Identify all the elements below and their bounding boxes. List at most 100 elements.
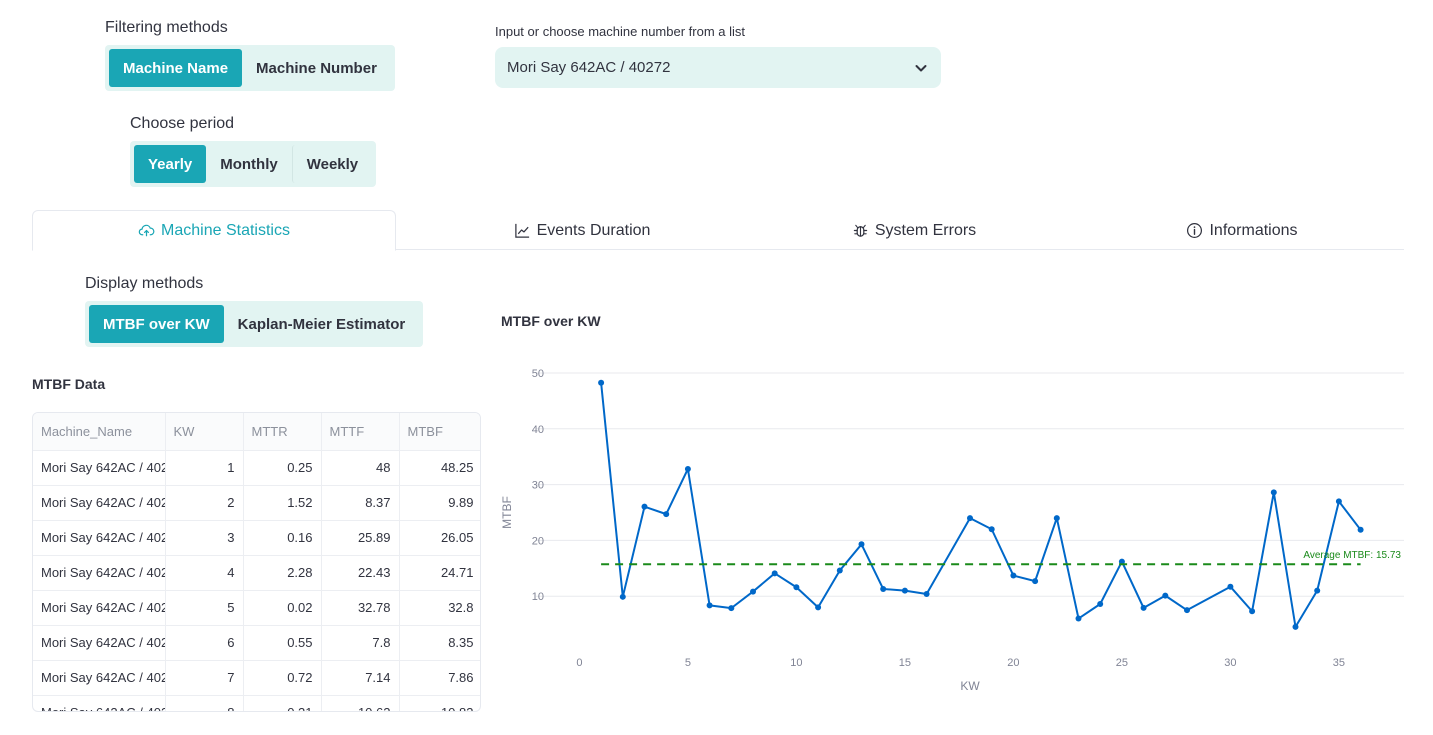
x-tick-label: 30 <box>1224 657 1236 669</box>
table-cell: 6 <box>165 625 244 661</box>
table-cell: Mori Say 642AC / 40272 <box>33 520 166 556</box>
display-option-mtbf-over-kw[interactable]: MTBF over KW <box>89 305 224 343</box>
data-point <box>901 587 908 594</box>
data-point <box>771 570 778 577</box>
table-cell: 0.55 <box>243 625 322 661</box>
filtering-methods-label: Filtering methods <box>105 19 228 36</box>
data-point <box>1357 526 1364 533</box>
y-tick-label: 30 <box>532 480 544 492</box>
data-point <box>880 585 887 592</box>
table-cell: 7.86 <box>399 660 480 696</box>
table-cell: Mori Say 642AC / 40272 <box>33 555 166 591</box>
y-tick-label: 20 <box>532 535 544 547</box>
table-cell: 10.62 <box>321 695 400 711</box>
chevron-down-icon <box>915 64 927 71</box>
data-point <box>1075 615 1082 622</box>
period-option-yearly[interactable]: Yearly <box>134 145 207 183</box>
data-point <box>1292 623 1299 630</box>
table-row[interactable]: Mori Say 642AC / 4027210.254848.25 <box>33 450 480 486</box>
mtbf-data-table[interactable]: Machine_Name KW MTTR MTTF MTBF Mori Say … <box>32 412 481 712</box>
tab-label: Informations <box>1209 221 1298 239</box>
period-toggle: Yearly Monthly Weekly <box>130 141 377 187</box>
column-header[interactable]: KW <box>165 413 244 451</box>
data-point <box>1140 604 1147 611</box>
table-row[interactable]: Mori Say 642AC / 4027230.1625.8926.05 <box>33 520 480 556</box>
filtering-methods-toggle: Machine Name Machine Number <box>105 45 395 91</box>
machine-select[interactable]: Mori Say 642AC / 40272 <box>495 47 941 88</box>
table-cell: 10.83 <box>399 695 480 711</box>
mtbf-series-line <box>600 382 1362 628</box>
info-icon <box>1187 222 1203 239</box>
column-header[interactable]: MTTR <box>243 413 322 451</box>
x-tick-label: 10 <box>790 657 802 669</box>
table-row[interactable]: Mori Say 642AC / 4027260.557.88.35 <box>33 625 480 661</box>
table-row[interactable]: Mori Say 642AC / 4027270.727.147.86 <box>33 660 480 696</box>
machine-select-label: Input or choose machine number from a li… <box>495 24 746 39</box>
data-point <box>967 515 973 522</box>
table-cell: 8.37 <box>321 485 400 521</box>
column-header[interactable]: MTTF <box>321 413 400 451</box>
column-header[interactable]: MTBF <box>399 413 480 451</box>
table-row[interactable]: Mori Say 642AC / 4027250.0232.7832.8 <box>33 590 480 626</box>
table-header-row: Machine_Name KW MTTR MTTF MTBF <box>33 413 480 451</box>
filter-option-machine-name[interactable]: Machine Name <box>109 49 243 87</box>
period-option-weekly[interactable]: Weekly <box>291 145 372 183</box>
period-option-monthly[interactable]: Monthly <box>206 145 292 183</box>
chart-title: MTBF over KW <box>501 313 601 329</box>
tab-bar: Machine Statistics Events Duration Syste… <box>32 210 1404 251</box>
data-point <box>750 588 756 595</box>
table-cell: Mori Say 642AC / 40272 <box>33 660 166 696</box>
y-tick-label: 10 <box>532 591 544 603</box>
table-row[interactable]: Mori Say 642AC / 4027280.2110.6210.83 <box>33 695 480 711</box>
table-cell: 4 <box>165 555 244 591</box>
data-point <box>1097 601 1104 608</box>
table-cell: 9.89 <box>399 485 480 521</box>
table-cell: Mori Say 642AC / 40272 <box>33 485 166 521</box>
data-point <box>598 379 605 386</box>
data-point <box>815 604 822 611</box>
table-cell: 25.89 <box>321 520 400 556</box>
machine-select-value: Mori Say 642AC / 40272 <box>507 59 671 76</box>
display-methods-label: Display methods <box>85 275 204 292</box>
x-tick-label: 5 <box>685 657 691 669</box>
y-tick-label: 40 <box>532 424 544 436</box>
table-cell: Mori Say 642AC / 40272 <box>33 695 166 711</box>
tab-machine-statistics[interactable]: Machine Statistics <box>32 210 396 251</box>
x-tick-label: 20 <box>1007 657 1019 669</box>
data-point <box>706 602 713 609</box>
table-cell: 48 <box>321 450 400 486</box>
data-point <box>1032 578 1039 585</box>
tab-events-duration[interactable]: Events Duration <box>412 210 752 251</box>
mtbf-line-chart[interactable]: 10 20 30 40 50 0 5 10 15 20 25 30 35 KW MTBF Average MT… <box>495 360 1415 705</box>
data-point <box>641 503 648 510</box>
table-cell: 2 <box>165 485 244 521</box>
column-header[interactable]: Machine_Name <box>33 413 166 451</box>
tab-label: Events Duration <box>536 221 651 239</box>
filter-option-machine-number[interactable]: Machine Number <box>242 49 391 87</box>
table-cell: 22.43 <box>321 555 400 591</box>
y-axis-label: MTBF <box>500 496 514 529</box>
table-row[interactable]: Mori Say 642AC / 4027221.528.379.89 <box>33 485 480 521</box>
x-tick-label: 25 <box>1116 657 1128 669</box>
table-row[interactable]: Mori Say 642AC / 4027242.2822.4324.71 <box>33 555 480 591</box>
x-tick-label: 15 <box>899 657 911 669</box>
table-cell: 7 <box>165 660 244 696</box>
data-point <box>988 526 995 533</box>
x-axis-label: KW <box>960 679 980 693</box>
tab-system-errors[interactable]: System Errors <box>744 210 1084 251</box>
table-cell: 32.8 <box>399 590 480 626</box>
tab-informations[interactable]: Informations <box>1072 210 1412 251</box>
table-cell: 0.25 <box>243 450 322 486</box>
table-cell: Mori Say 642AC / 40272 <box>33 590 166 626</box>
data-point <box>619 593 626 600</box>
table-cell: 3 <box>165 520 244 556</box>
table-cell: 0.16 <box>243 520 322 556</box>
data-point <box>684 465 691 472</box>
average-label: Average MTBF: 15.73 <box>1303 550 1401 561</box>
display-option-kaplan-meier[interactable]: Kaplan-Meier Estimator <box>224 305 420 343</box>
data-point <box>728 605 735 612</box>
data-point <box>1249 608 1256 615</box>
choose-period-label: Choose period <box>130 115 235 132</box>
y-tick-label: 50 <box>532 368 544 380</box>
table-cell: 2.28 <box>243 555 322 591</box>
